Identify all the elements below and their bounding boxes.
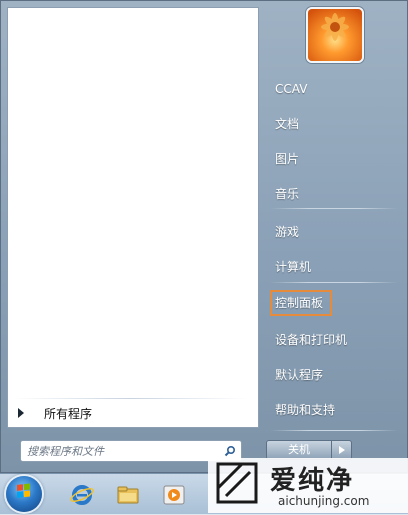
search-input[interactable]: [21, 444, 223, 458]
arrow-right-icon: [18, 408, 24, 418]
watermark-logo-icon: [216, 462, 258, 504]
internet-explorer-icon[interactable]: [70, 484, 94, 506]
all-programs-button[interactable]: 所有程序: [14, 403, 250, 423]
all-programs-label: 所有程序: [44, 406, 93, 421]
start-button[interactable]: [6, 476, 42, 512]
right-separator: [270, 430, 398, 431]
programs-pane: [7, 7, 259, 428]
right-separator: [270, 208, 398, 209]
shutdown-group: 关机: [266, 440, 356, 460]
menu-item-user-folder[interactable]: CCAV: [270, 76, 393, 102]
right-separator: [270, 282, 398, 283]
file-explorer-icon[interactable]: [116, 484, 140, 506]
menu-item-default-programs[interactable]: 默认程序: [270, 362, 393, 388]
menu-item-pictures[interactable]: 图片: [270, 146, 393, 172]
menu-item-devices-printers[interactable]: 设备和打印机: [270, 327, 393, 353]
menu-item-help-support[interactable]: 帮助和支持: [270, 397, 393, 423]
search-icon[interactable]: [223, 444, 237, 458]
menu-item-documents[interactable]: 文档: [270, 111, 393, 137]
shutdown-options-button[interactable]: [332, 440, 352, 460]
menu-item-computer[interactable]: 计算机: [270, 254, 393, 280]
shutdown-button[interactable]: 关机: [266, 440, 332, 460]
media-player-icon[interactable]: [162, 484, 186, 506]
menu-item-games[interactable]: 游戏: [270, 219, 393, 245]
menu-item-music[interactable]: 音乐: [270, 181, 393, 207]
watermark: 爱纯净 aichunjing.com: [208, 458, 408, 513]
watermark-title: 爱纯净: [270, 466, 355, 496]
user-avatar[interactable]: [306, 7, 364, 63]
watermark-url: aichunjing.com: [278, 494, 370, 508]
menu-item-control-panel[interactable]: 控制面板: [270, 290, 332, 316]
programs-separator: [12, 398, 248, 399]
